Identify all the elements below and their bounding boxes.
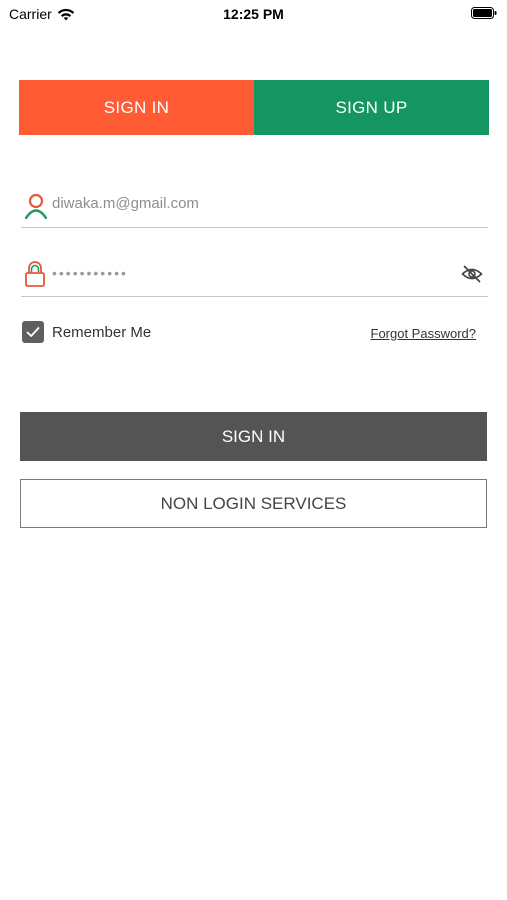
forgot-password-link[interactable]: Forgot Password?: [371, 326, 477, 341]
remember-me-checkbox[interactable]: [22, 321, 44, 343]
email-input[interactable]: diwaka.m@gmail.com: [52, 195, 199, 212]
remember-me: Remember Me: [22, 321, 151, 343]
status-time: 12:25 PM: [223, 6, 284, 22]
checkmark-icon: [26, 327, 40, 337]
sign-in-button[interactable]: SIGN IN: [20, 412, 487, 461]
email-field[interactable]: diwaka.m@gmail.com: [21, 185, 488, 228]
status-bar: Carrier 12:25 PM: [0, 0, 507, 30]
tab-sign-in[interactable]: SIGN IN: [19, 80, 254, 135]
tab-sign-up[interactable]: SIGN UP: [254, 80, 489, 135]
non-login-services-button[interactable]: NON LOGIN SERVICES: [20, 479, 487, 528]
password-input[interactable]: •••••••••••: [52, 265, 128, 281]
user-icon: [24, 193, 48, 220]
remember-me-label: Remember Me: [52, 323, 152, 341]
eye-off-icon[interactable]: [461, 264, 483, 284]
password-field[interactable]: •••••••••••: [21, 256, 488, 297]
battery-icon: [471, 7, 497, 19]
lock-icon: [25, 261, 45, 287]
auth-tabs: SIGN IN SIGN UP: [19, 80, 489, 135]
